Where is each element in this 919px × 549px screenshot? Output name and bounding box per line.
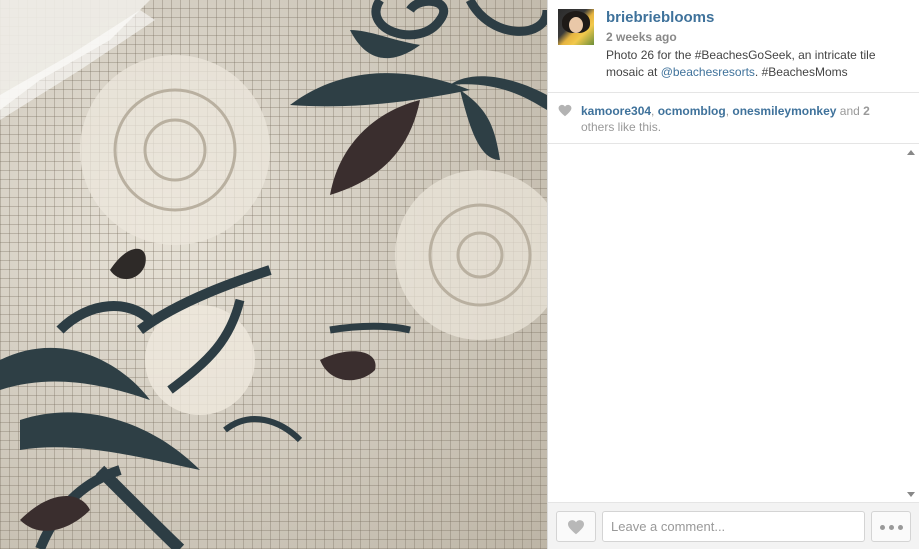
post-photo xyxy=(0,0,547,549)
scroll-up-arrow-icon[interactable] xyxy=(907,150,915,155)
likes-and: and xyxy=(836,104,864,118)
heart-icon xyxy=(568,520,584,535)
mosaic-pattern xyxy=(0,0,547,549)
avatar[interactable] xyxy=(558,9,594,45)
like-button[interactable] xyxy=(556,511,596,542)
likes-text: kamoore304, ocmomblog, onesmileymonkey a… xyxy=(581,103,901,135)
post-header: briebrieblooms 2 weeks ago Photo 26 for … xyxy=(548,0,919,92)
post-time-ago: 2 weeks ago xyxy=(606,30,677,44)
caption-text-2: . #BeachesMoms xyxy=(754,65,848,79)
post-caption: Photo 26 for the #BeachesGoSeek, an intr… xyxy=(606,47,906,81)
heart-icon xyxy=(558,104,572,117)
post-details-panel: briebrieblooms 2 weeks ago Photo 26 for … xyxy=(548,0,919,549)
avatar-face xyxy=(569,17,583,33)
likes-separator: , xyxy=(651,104,658,118)
likes-summary: kamoore304, ocmomblog, onesmileymonkey a… xyxy=(548,93,919,143)
liker-link[interactable]: kamoore304 xyxy=(581,104,651,118)
liker-link[interactable]: ocmomblog xyxy=(658,104,726,118)
liker-link[interactable]: onesmileymonkey xyxy=(732,104,836,118)
scroll-down-arrow-icon[interactable] xyxy=(907,492,915,497)
comment-input[interactable] xyxy=(602,511,865,542)
comments-list xyxy=(548,144,919,502)
comment-footer xyxy=(548,502,919,549)
more-options-button[interactable] xyxy=(871,511,911,542)
username-link[interactable]: briebrieblooms xyxy=(606,9,714,26)
caption-mention-link[interactable]: @beachesresorts xyxy=(661,65,755,79)
others-count[interactable]: 2 xyxy=(863,104,870,118)
others-suffix: others like this. xyxy=(581,120,662,134)
